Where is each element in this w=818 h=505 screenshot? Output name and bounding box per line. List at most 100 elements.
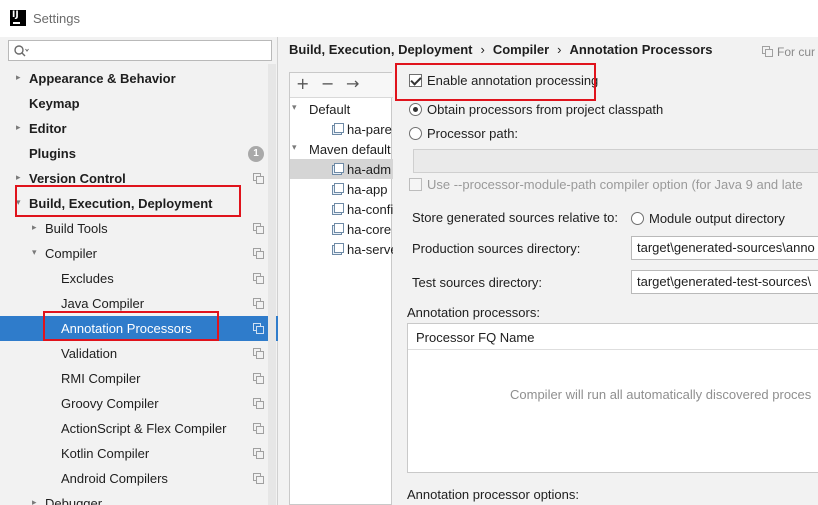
chevron-down-icon[interactable]: ▾: [292, 103, 297, 113]
module-icon: [332, 183, 344, 195]
project-settings-icon: [253, 323, 264, 334]
remove-profile-button[interactable]: −: [321, 76, 334, 92]
annotation-processors-table[interactable]: Processor FQ Name Compiler will run all …: [407, 323, 818, 473]
profile-module-item[interactable]: ha-app: [290, 179, 393, 199]
module-icon: [332, 243, 344, 255]
sidebar-item-label: Appearance & Behavior: [29, 71, 176, 86]
processor-module-path-checkbox: Use --processor-module-path compiler opt…: [409, 174, 803, 194]
breadcrumb: Build, Execution, Deployment › Compiler › An…: [289, 42, 713, 57]
enable-annotation-processing-checkbox[interactable]: Enable annotation processing: [409, 70, 598, 90]
project-settings-icon: [253, 348, 264, 359]
intellij-logo-icon: IJ: [10, 10, 26, 26]
breadcrumb-item: Annotation Processors: [569, 42, 713, 57]
project-settings-icon: [253, 373, 264, 384]
search-icon: [14, 45, 29, 57]
annotation-settings: Enable annotation processing Obtain proc…: [395, 67, 818, 505]
update-count-badge: 1: [248, 146, 264, 162]
breadcrumb-item: Compiler: [492, 42, 550, 57]
sidebar-item-keymap[interactable]: Keymap: [0, 91, 278, 116]
processor-path-field: [413, 149, 818, 173]
sidebar-item-label: Plugins: [29, 146, 76, 161]
sidebar-item-version-control[interactable]: ▸ Version Control: [0, 166, 278, 191]
chevron-right-icon[interactable]: ▸: [32, 498, 42, 505]
module-icon: [332, 123, 344, 135]
sidebar-scrollbar[interactable]: [268, 64, 276, 505]
sidebar-item-label: Build Tools: [45, 221, 108, 236]
annotation-processors-label: Annotation processors:: [407, 305, 540, 320]
breadcrumb-separator: ›: [480, 42, 485, 57]
sidebar-item-label: Groovy Compiler: [61, 396, 159, 411]
profile-group-maven-default[interactable]: ▾ Maven default: [290, 139, 393, 159]
chevron-down-icon[interactable]: ▾: [32, 248, 42, 258]
sidebar-item-editor[interactable]: ▸ Editor: [0, 116, 278, 141]
sidebar-item-label: Kotlin Compiler: [61, 446, 150, 461]
chevron-down-icon[interactable]: ▾: [16, 198, 26, 208]
project-settings-icon: [253, 223, 264, 234]
sidebar-item-label: Version Control: [29, 171, 126, 186]
sidebar-item-label: RMI Compiler: [61, 371, 141, 386]
sidebar-item-label: Keymap: [29, 96, 80, 111]
sidebar-item-annotation-processors[interactable]: Annotation Processors: [0, 316, 278, 341]
radio-unselected-icon[interactable]: [631, 211, 644, 225]
sidebar-item-compiler[interactable]: ▾ Compiler: [0, 241, 278, 266]
profile-label: ha-app: [347, 182, 388, 197]
breadcrumb-item: Build, Execution, Deployment: [289, 42, 473, 57]
sidebar-item-build-tools[interactable]: ▸ Build Tools: [0, 216, 278, 241]
column-header-processor-fq-name[interactable]: Processor FQ Name: [416, 330, 534, 345]
sidebar-item-plugins[interactable]: Plugins 1: [0, 141, 278, 166]
profile-label: ha-core: [347, 222, 392, 237]
sidebar-item-label: ActionScript & Flex Compiler: [61, 421, 227, 436]
sidebar-item-groovy-compiler[interactable]: Groovy Compiler: [0, 391, 278, 416]
radio-unselected-icon[interactable]: [409, 126, 422, 140]
profile-label: ha-adm: [347, 162, 392, 177]
profile-module-item[interactable]: ha-core: [290, 219, 393, 239]
sidebar-item-actionscript-flex-compiler[interactable]: ActionScript & Flex Compiler: [0, 416, 278, 441]
module-icon: [332, 223, 344, 235]
chevron-right-icon[interactable]: ▸: [16, 73, 26, 83]
checkbox-disabled-icon: [409, 177, 422, 191]
test-sources-input[interactable]: target\generated-test-sources\: [631, 270, 818, 294]
search-box[interactable]: [8, 40, 272, 61]
sidebar-item-label: Excludes: [61, 271, 114, 286]
sidebar-item-label: Build, Execution, Deployment: [29, 196, 213, 211]
profile-label: ha-confi: [347, 202, 393, 217]
profile-module-item[interactable]: ha-serve: [290, 239, 393, 259]
sidebar-item-rmi-compiler[interactable]: RMI Compiler: [0, 366, 278, 391]
sidebar-item-java-compiler[interactable]: Java Compiler: [0, 291, 278, 316]
profile-label: Default: [309, 102, 351, 117]
sidebar-item-label: Editor: [29, 121, 67, 136]
chevron-down-icon[interactable]: ▾: [292, 143, 297, 153]
sidebar-item-label: Java Compiler: [61, 296, 145, 311]
profile-label: ha-pare: [347, 122, 392, 137]
sidebar-item-appearance-behavior[interactable]: ▸ Appearance & Behavior: [0, 66, 278, 91]
processor-path-radio[interactable]: Processor path:: [409, 123, 518, 143]
sidebar-item-debugger[interactable]: ▸ Debugger: [0, 491, 278, 505]
settings-sidebar: ▸ Appearance & Behavior Keymap ▸ Editor …: [0, 37, 278, 505]
add-profile-button[interactable]: +: [296, 76, 309, 92]
profile-group-default[interactable]: ▾ Default: [290, 99, 393, 119]
sidebar-item-label: Validation: [61, 346, 118, 361]
scope-hint: For cur: [762, 45, 815, 59]
profile-label: Maven default: [309, 142, 391, 157]
move-to-profile-button[interactable]: →: [346, 76, 359, 92]
chevron-right-icon[interactable]: ▸: [16, 173, 26, 183]
sidebar-item-build-execution-deployment[interactable]: ▾ Build, Execution, Deployment: [0, 191, 278, 216]
production-sources-input[interactable]: target\generated-sources\anno: [631, 236, 818, 260]
profile-module-item[interactable]: ha-adm: [290, 159, 393, 179]
profile-module-item[interactable]: ha-pare: [290, 119, 393, 139]
sidebar-item-kotlin-compiler[interactable]: Kotlin Compiler: [0, 441, 278, 466]
chevron-right-icon[interactable]: ▸: [32, 223, 42, 233]
search-input[interactable]: [33, 42, 263, 59]
sidebar-item-label: Annotation Processors: [61, 321, 192, 336]
chevron-right-icon[interactable]: ▸: [16, 123, 26, 133]
sidebar-item-excludes[interactable]: Excludes: [0, 266, 278, 291]
project-settings-icon: [253, 298, 264, 309]
radio-selected-icon[interactable]: [409, 102, 422, 116]
profile-module-item[interactable]: ha-confi: [290, 199, 393, 219]
checkbox-checked-icon[interactable]: [409, 73, 422, 87]
module-output-directory-radio[interactable]: Module output directory: [631, 208, 785, 228]
sidebar-item-android-compilers[interactable]: Android Compilers: [0, 466, 278, 491]
sidebar-item-validation[interactable]: Validation: [0, 341, 278, 366]
module-icon: [332, 203, 344, 215]
obtain-from-classpath-radio[interactable]: Obtain processors from project classpath: [409, 99, 663, 119]
